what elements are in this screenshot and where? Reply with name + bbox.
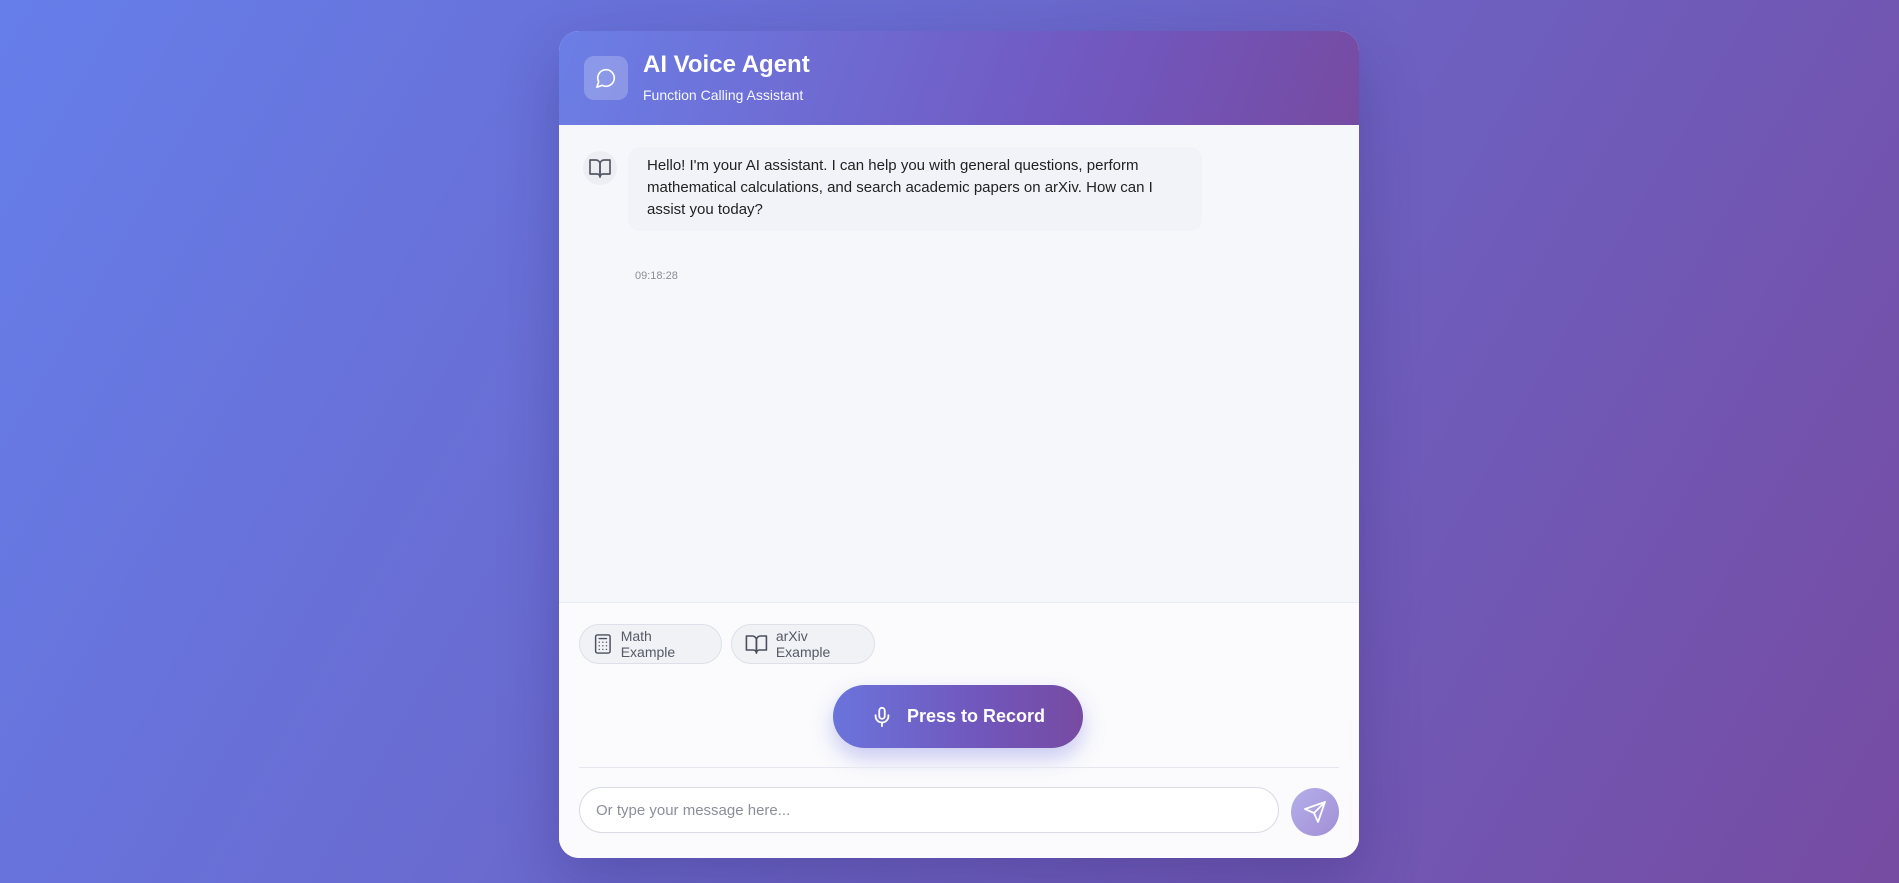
book-icon — [745, 635, 768, 654]
app-title: AI Voice Agent — [643, 51, 810, 78]
input-area: Math Example arXiv Example Press to Reco… — [559, 602, 1359, 858]
assistant-message: Hello! I'm your AI assistant. I can help… — [628, 147, 1202, 231]
message-list[interactable]: Hello! I'm your AI assistant. I can help… — [559, 125, 1359, 602]
chat-window: AI Voice Agent Function Calling Assistan… — [559, 31, 1359, 858]
arxiv-example-label: arXiv Example — [775, 628, 831, 660]
send-icon — [1304, 801, 1326, 823]
message-input[interactable] — [579, 787, 1279, 833]
math-example-button[interactable]: Math Example — [579, 624, 722, 664]
math-example-label: Math Example — [620, 628, 676, 660]
arxiv-example-button[interactable]: arXiv Example — [731, 624, 875, 664]
calculator-icon — [594, 634, 611, 654]
record-label: Press to Record — [906, 706, 1046, 726]
divider — [579, 767, 1339, 768]
send-button[interactable] — [1291, 788, 1339, 836]
book-icon — [583, 151, 617, 185]
message-timestamp: 09:18:28 — [635, 270, 678, 282]
chat-header: AI Voice Agent Function Calling Assistan… — [559, 31, 1359, 125]
app-subtitle: Function Calling Assistant — [643, 87, 804, 103]
chat-bubble-icon — [584, 56, 628, 100]
microphone-icon — [874, 706, 890, 727]
press-to-record-button[interactable]: Press to Record — [833, 685, 1083, 748]
